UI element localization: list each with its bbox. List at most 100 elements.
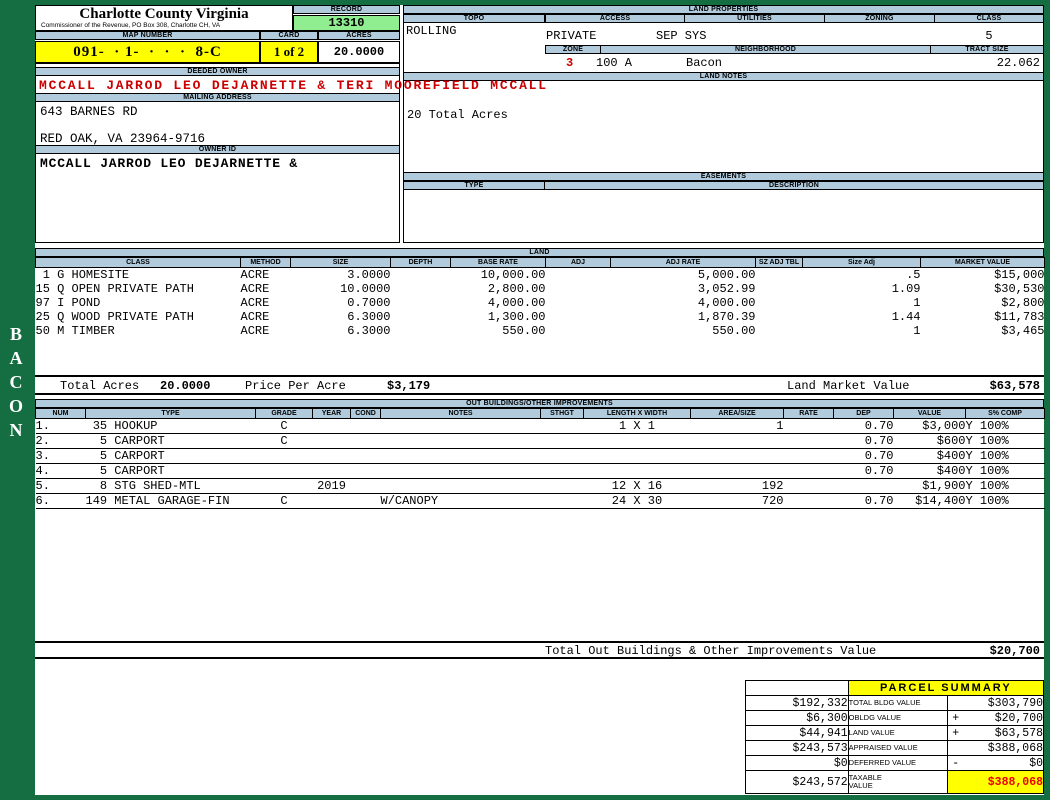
record-label: RECORD (293, 5, 400, 14)
ob-cell-grade: C (255, 493, 313, 509)
ob-col-length-width: LENGTH X WIDTH (583, 408, 691, 419)
ob-cell-rate (783, 448, 834, 464)
taxable-value-amount: $388,068 (947, 770, 1044, 794)
land-cell-class: 15 Q OPEN PRIVATE PATH (35, 282, 194, 296)
land-cell-size-adj: 1 (913, 324, 921, 338)
land-col-sz-adj-tbl: SZ ADJ TBL (755, 257, 803, 268)
land-col-adj: ADJ (545, 257, 611, 268)
land-col-base-rate: BASE RATE (450, 257, 546, 268)
class-value: 5 (985, 29, 993, 43)
ob-cell-s-comp: Y 100% (965, 433, 1045, 449)
ob-cell-num: 2. (35, 433, 86, 449)
mailing-address-label: MAILING ADDRESS (35, 93, 400, 102)
summary-prior-value: $192,332 (745, 695, 849, 711)
ob-cell-length-width (583, 463, 691, 479)
neighborhood-label: NEIGHBORHOOD (600, 45, 931, 54)
ob-cell-dep: 0.70 (833, 493, 894, 509)
ob-cell-cond (350, 418, 381, 434)
land-row: 1 G HOMESITE ACRE 3.0000 10,000.00 5,000… (36, 268, 1045, 283)
ob-cell-length-width (583, 448, 691, 464)
taxable-value-label: TAXABLE VALUE (847, 770, 949, 794)
zoning-label: ZONING (824, 14, 935, 23)
ob-cell-cond (350, 478, 381, 494)
out-building-row: 5. 8 STG SHED-MTL 2019 12 X 16 192 $1,90… (35, 478, 1045, 494)
land-row: 50 M TIMBER ACRE 6.3000 550.00 550.00 1 … (36, 324, 1045, 338)
county-name: Charlotte County Virginia (79, 6, 249, 22)
ob-cell-dep (833, 478, 894, 494)
ob-cell-year (312, 448, 351, 464)
land-cell-market-value: $30,530 (994, 282, 1045, 296)
land-row: 15 Q OPEN PRIVATE PATH ACRE 10.0000 2,80… (36, 282, 1045, 296)
summary-row-label: APPRAISED VALUE (847, 740, 949, 756)
land-row: 25 Q WOOD PRIVATE PATH ACRE 6.3000 1,300… (36, 310, 1045, 324)
ob-cell-value: $400 (893, 448, 966, 464)
land-cell-size: 3.0000 (347, 268, 391, 282)
card-label: CARD (260, 31, 318, 40)
land-row: 97 I POND ACRE 0.7000 4,000.00 4,000.00 … (36, 296, 1045, 310)
land-col-adj-rate: ADJ RATE (610, 257, 756, 268)
neighborhood-value: Bacon (686, 56, 723, 70)
ob-cell-notes: W/CANOPY (380, 493, 541, 509)
ob-col-rate: RATE (783, 408, 834, 419)
land-table: CLASS METHOD SIZE DEPTH BASE RATE ADJ AD… (35, 257, 1045, 338)
land-cell-depth (391, 310, 451, 324)
total-acres-label: Total Acres (60, 379, 140, 393)
ob-cell-area-size: 720 (690, 493, 784, 509)
ob-cell-year (312, 433, 351, 449)
ob-cell-type: 8 STG SHED-MTL (85, 478, 256, 494)
ob-cell-year (312, 463, 351, 479)
ob-cell-value: $1,900 (893, 478, 966, 494)
ob-cell-rate (783, 493, 834, 509)
ob-cell-cond (350, 448, 381, 464)
easement-type-label: TYPE (403, 181, 545, 190)
ob-col-grade: GRADE (255, 408, 313, 419)
ob-cell-area-size (690, 463, 784, 479)
taxable-value-row: $243,572 TAXABLE VALUE $388,068 (745, 770, 1044, 794)
utilities-value: SEP SYS (656, 29, 707, 43)
out-building-row: 6. 149 METAL GARAGE-FIN C W/CANOPY 24 X … (35, 493, 1045, 509)
land-cell-sz-adj-tbl (756, 296, 803, 310)
ob-cell-type: 35 HOOKUP (85, 418, 256, 434)
summary-sign: + (952, 726, 960, 740)
land-cell-size: 10.0000 (340, 282, 391, 296)
ob-cell-rate (783, 478, 834, 494)
summary-sign: + (952, 711, 960, 725)
land-cell-market-value: $15,000 (994, 268, 1045, 282)
acres-value: 20.0000 (318, 41, 400, 63)
land-cell-base-rate: 550.00 (502, 324, 546, 338)
summary-sign: - (952, 756, 960, 770)
land-properties-section-label: LAND PROPERTIES (403, 5, 1044, 14)
ob-cell-value: $600 (893, 433, 966, 449)
land-market-value-label: Land Market Value (787, 379, 910, 393)
ob-col-s-comp: S% COMP (965, 408, 1045, 419)
price-per-acre-value: $3,179 (387, 379, 431, 393)
land-cell-method: ACRE (240, 296, 270, 310)
summary-prior-value: $44,941 (745, 725, 849, 741)
zone-area-value: 100 A (596, 56, 633, 70)
land-cell-class: 1 G HOMESITE (35, 268, 130, 282)
land-cell-sz-adj-tbl (756, 282, 803, 296)
summary-row-label: DEFERRED VALUE (847, 755, 949, 771)
record-value: 13310 (293, 15, 400, 31)
ob-cell-num: 5. (35, 478, 86, 494)
summary-current-value: - $0 (947, 755, 1044, 771)
owner-box: DEEDED OWNER MCCALL JARROD LEO DEJARNETT… (35, 63, 546, 243)
land-cell-adj (546, 282, 611, 296)
address-line2: RED OAK, VA 23964-9716 (40, 132, 206, 146)
out-buildings-table: NUM TYPE GRADE YEAR COND NOTES STHGT LEN… (35, 408, 1045, 509)
zone-value: 3 (566, 56, 574, 70)
ob-cell-notes (380, 463, 541, 479)
land-cell-base-rate: 10,000.00 (480, 268, 546, 282)
ob-col-year: YEAR (312, 408, 351, 419)
ob-cell-dep: 0.70 (833, 463, 894, 479)
property-card-app: { "colors": { "frame_green": "#156e42", … (0, 0, 1050, 800)
land-market-value-value: $63,578 (989, 379, 1040, 393)
land-cell-base-rate: 1,300.00 (487, 310, 546, 324)
summary-amount: $20,700 (994, 711, 1043, 725)
property-record-card: Charlotte County Virginia Commissioner o… (35, 5, 1045, 795)
land-cell-adj-rate: 5,000.00 (697, 268, 756, 282)
land-cell-depth (391, 324, 451, 338)
land-properties-box: LAND PROPERTIES TOPO ACCESS UTILITIES ZO… (403, 5, 1044, 243)
utilities-label: UTILITIES (684, 14, 825, 23)
ob-cell-year (312, 493, 351, 509)
